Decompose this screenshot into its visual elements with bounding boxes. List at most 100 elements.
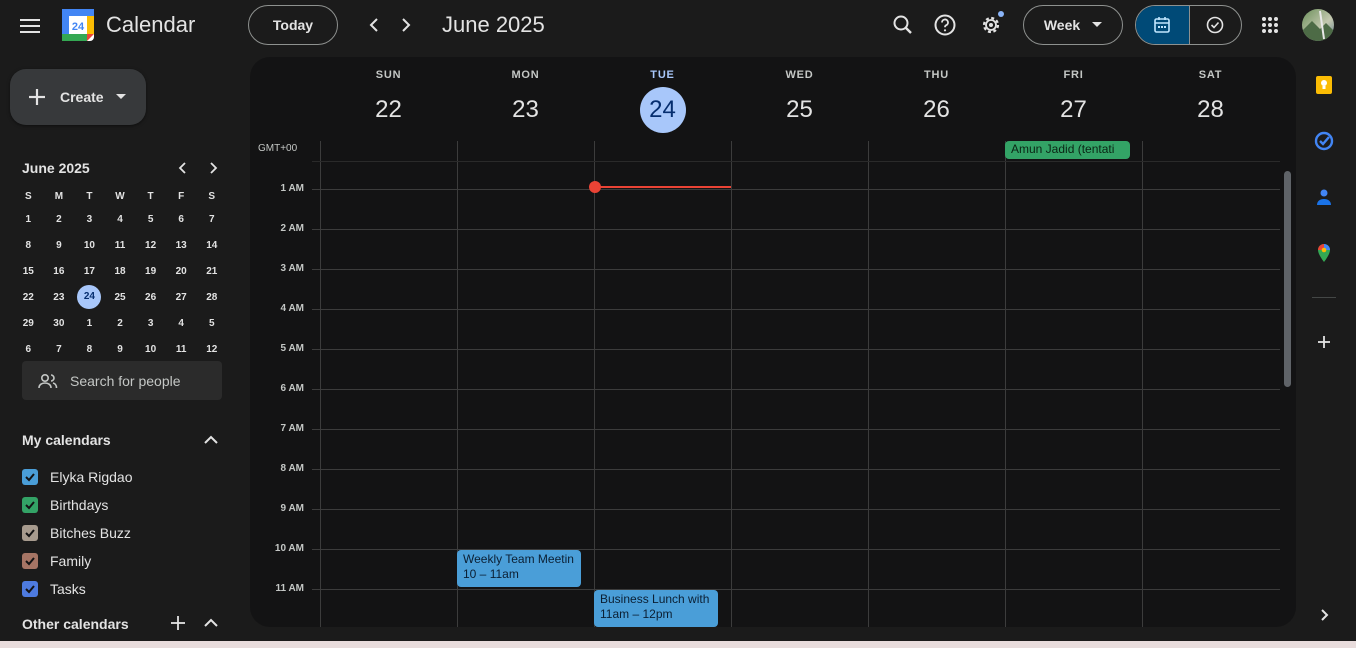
mini-day[interactable]: 4 — [166, 318, 197, 329]
mini-day[interactable]: 30 — [44, 318, 75, 329]
mini-day[interactable]: 6 — [166, 214, 197, 225]
previous-week-icon[interactable] — [359, 10, 389, 40]
mini-day[interactable]: 14 — [196, 240, 227, 251]
calendar-event[interactable]: Weekly Team Meetin 10 – 11am — [457, 550, 581, 587]
calendar-logo-icon[interactable]: 24 — [62, 9, 94, 41]
mini-day[interactable]: 26 — [135, 292, 166, 303]
mini-day[interactable]: 17 — [74, 266, 105, 277]
get-addons-plus-icon[interactable] — [1310, 328, 1338, 356]
calendar-item[interactable]: Birthdays — [22, 494, 108, 516]
mini-day[interactable]: 22 — [13, 292, 44, 303]
checkbox-checked-icon[interactable] — [22, 497, 38, 513]
search-people-field[interactable]: Search for people — [22, 361, 222, 400]
mini-day[interactable]: 12 — [135, 240, 166, 251]
mini-day[interactable]: 28 — [196, 292, 227, 303]
mini-day[interactable]: 15 — [13, 266, 44, 277]
mini-day[interactable]: 24 — [74, 285, 105, 309]
mini-day[interactable]: 11 — [105, 240, 136, 251]
my-calendars-heading[interactable]: My calendars — [22, 432, 111, 448]
keep-icon[interactable] — [1310, 71, 1338, 99]
search-icon[interactable] — [888, 10, 918, 40]
mini-day[interactable]: 1 — [13, 214, 44, 225]
mini-day[interactable]: 11 — [166, 344, 197, 355]
mini-day[interactable]: 7 — [196, 214, 227, 225]
mini-day[interactable]: 16 — [44, 266, 75, 277]
mini-day[interactable]: 5 — [196, 318, 227, 329]
account-avatar[interactable] — [1302, 9, 1334, 41]
calendar-view-icon[interactable] — [1136, 6, 1189, 44]
hour-label: 5 AM — [280, 343, 304, 354]
calendar-event[interactable]: Business Lunch with 11am – 12pm — [594, 590, 718, 627]
mini-day[interactable]: 3 — [74, 214, 105, 225]
day-header[interactable]: WED 25 — [731, 57, 868, 141]
calendar-item[interactable]: Tasks — [22, 578, 86, 600]
help-icon[interactable] — [930, 10, 960, 40]
day-number[interactable]: 25 — [777, 87, 823, 133]
day-number[interactable]: 28 — [1188, 87, 1234, 133]
expand-side-panel-icon[interactable] — [1310, 601, 1338, 629]
day-header[interactable]: SUN 22 — [320, 57, 457, 141]
mini-day[interactable]: 19 — [135, 266, 166, 277]
mini-day[interactable]: 25 — [105, 292, 136, 303]
view-selector[interactable]: Week — [1023, 5, 1123, 45]
mini-weekday-label: F — [178, 190, 185, 202]
mini-day[interactable]: 18 — [105, 266, 136, 277]
other-calendars-heading[interactable]: Other calendars — [22, 616, 129, 632]
mini-day[interactable]: 6 — [13, 344, 44, 355]
mini-day[interactable]: 8 — [13, 240, 44, 251]
chevron-up-icon[interactable] — [200, 430, 222, 450]
mini-next-month-icon[interactable] — [203, 158, 223, 178]
tasks-icon[interactable] — [1310, 127, 1338, 155]
mini-day[interactable]: 8 — [74, 344, 105, 355]
mini-day[interactable]: 9 — [105, 344, 136, 355]
mini-day[interactable]: 4 — [105, 214, 136, 225]
chevron-up-icon[interactable] — [200, 613, 222, 633]
maps-icon[interactable] — [1310, 239, 1338, 267]
day-number[interactable]: 24 — [639, 87, 686, 133]
day-header[interactable]: THU 26 — [868, 57, 1005, 141]
next-week-icon[interactable] — [391, 10, 421, 40]
today-button[interactable]: Today — [248, 5, 338, 45]
create-button[interactable]: Create — [10, 69, 146, 125]
tasks-view-icon[interactable] — [1188, 6, 1242, 44]
all-day-event[interactable]: Amun Jadid (tentati — [1005, 141, 1130, 159]
day-header[interactable]: TUE 24 — [594, 57, 731, 141]
mini-day[interactable]: 12 — [196, 344, 227, 355]
day-number[interactable]: 22 — [366, 87, 412, 133]
mini-day[interactable]: 20 — [166, 266, 197, 277]
settings-gear-icon[interactable] — [976, 10, 1006, 40]
calendar-item[interactable]: Elyka Rigdao — [22, 466, 133, 488]
day-number[interactable]: 23 — [503, 87, 549, 133]
mini-day[interactable]: 10 — [135, 344, 166, 355]
day-number[interactable]: 26 — [914, 87, 960, 133]
day-header[interactable]: SAT 28 — [1142, 57, 1279, 141]
mini-day[interactable]: 2 — [105, 318, 136, 329]
scrollbar[interactable] — [1284, 171, 1291, 387]
mini-day[interactable]: 1 — [74, 318, 105, 329]
mini-day[interactable]: 10 — [74, 240, 105, 251]
mini-day[interactable]: 5 — [135, 214, 166, 225]
mini-day[interactable]: 7 — [44, 344, 75, 355]
checkbox-checked-icon[interactable] — [22, 581, 38, 597]
checkbox-checked-icon[interactable] — [22, 553, 38, 569]
mini-day[interactable]: 23 — [44, 292, 75, 303]
mini-day[interactable]: 2 — [44, 214, 75, 225]
mini-day[interactable]: 29 — [13, 318, 44, 329]
contacts-icon[interactable] — [1310, 183, 1338, 211]
mini-day[interactable]: 27 — [166, 292, 197, 303]
calendar-item[interactable]: Family — [22, 550, 91, 572]
apps-grid-icon[interactable] — [1255, 10, 1285, 40]
day-number[interactable]: 27 — [1051, 87, 1097, 133]
main-menu-icon[interactable] — [14, 10, 46, 42]
mini-day[interactable]: 9 — [44, 240, 75, 251]
add-other-calendar-icon[interactable] — [168, 613, 188, 633]
mini-day[interactable]: 3 — [135, 318, 166, 329]
mini-day[interactable]: 13 — [166, 240, 197, 251]
checkbox-checked-icon[interactable] — [22, 525, 38, 541]
day-header[interactable]: MON 23 — [457, 57, 594, 141]
calendar-item[interactable]: Bitches Buzz — [22, 522, 131, 544]
mini-prev-month-icon[interactable] — [173, 158, 193, 178]
mini-day[interactable]: 21 — [196, 266, 227, 277]
checkbox-checked-icon[interactable] — [22, 469, 38, 485]
day-header[interactable]: FRI 27 — [1005, 57, 1142, 141]
